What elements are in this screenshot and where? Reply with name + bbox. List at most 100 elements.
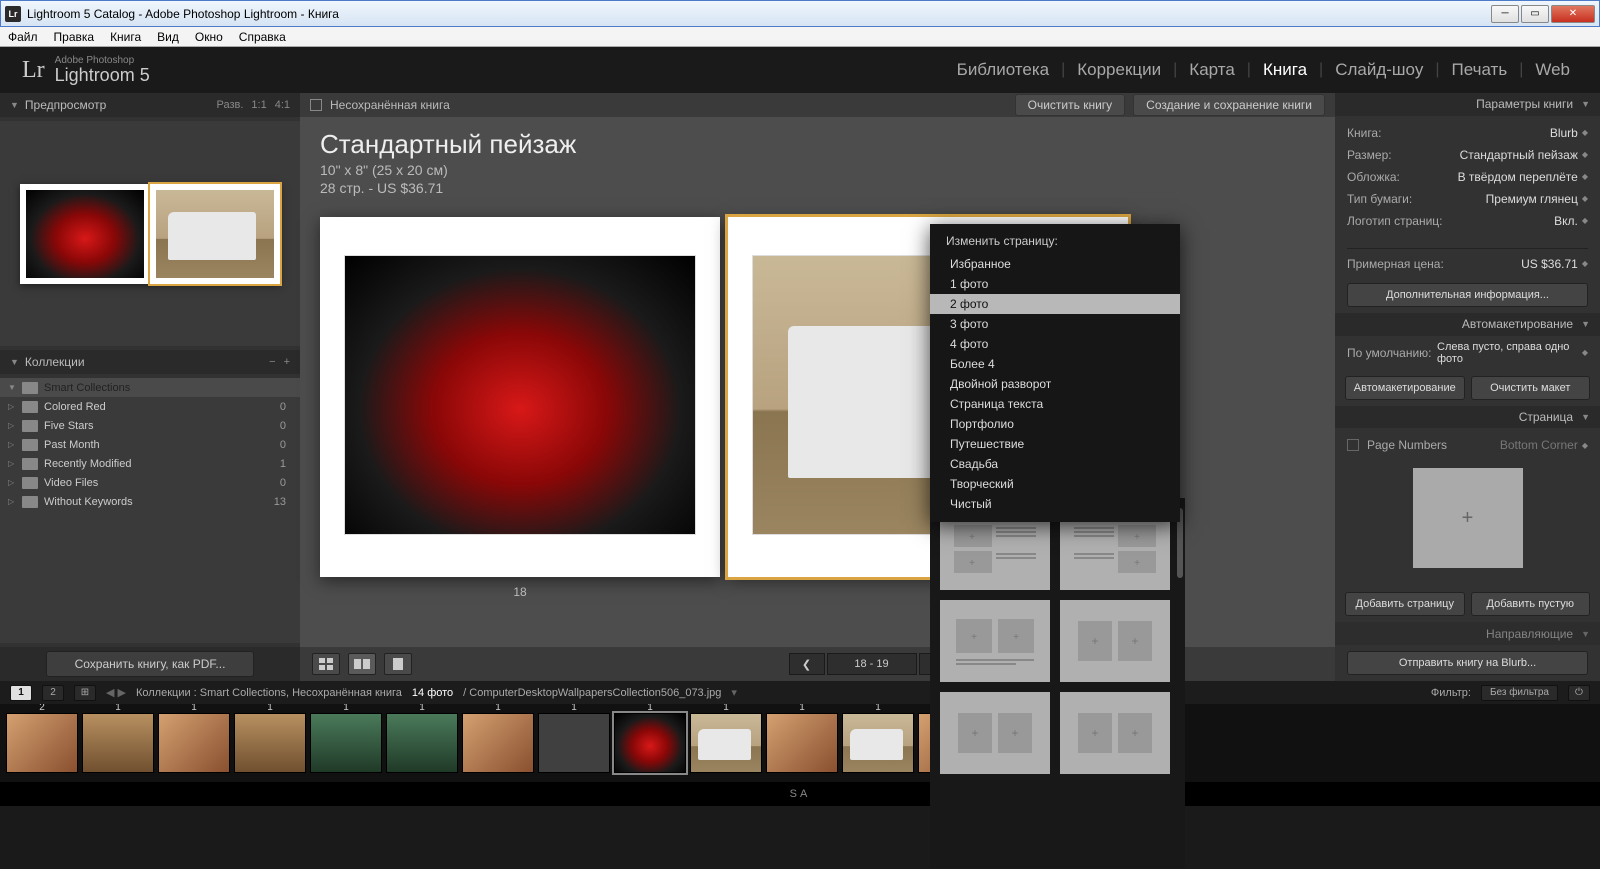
clear-book-button[interactable]: Очистить книгу	[1015, 94, 1126, 116]
filmstrip-thumb[interactable]: 1	[158, 713, 230, 773]
filmstrip-thumb[interactable]: 1	[842, 713, 914, 773]
filmstrip-thumb[interactable]: 1	[234, 713, 306, 773]
grid-icon[interactable]: ⊞	[74, 685, 96, 701]
preview-1-1[interactable]: 1:1	[251, 99, 266, 111]
context-menu-item[interactable]: Путешествие	[930, 434, 1180, 454]
menu-view[interactable]: Вид	[157, 30, 179, 44]
send-to-blurb-button[interactable]: Отправить книгу на Blurb...	[1347, 651, 1588, 675]
page-numbers-value[interactable]: Bottom Corner	[1500, 438, 1578, 452]
close-button[interactable]: ✕	[1551, 5, 1595, 23]
window-titlebar: Lr Lightroom 5 Catalog - Adobe Photoshop…	[0, 0, 1600, 27]
module-web[interactable]: Web	[1527, 56, 1578, 84]
add-blank-button[interactable]: Добавить пустую	[1471, 592, 1591, 616]
layout-template[interactable]: ++	[1060, 600, 1170, 682]
filmstrip-thumb[interactable]: 1	[690, 713, 762, 773]
preview-spread[interactable]	[20, 184, 280, 284]
preview-fit[interactable]: Разв.	[216, 99, 243, 111]
filmstrip-thumb[interactable]: 1	[310, 713, 382, 773]
filmstrip-thumb[interactable]: 2	[6, 713, 78, 773]
multi-page-view-button[interactable]	[312, 653, 340, 675]
filmstrip-thumb[interactable]: 1	[82, 713, 154, 773]
filmstrip-path[interactable]: Коллекции : Smart Collections, Несохранё…	[136, 687, 402, 699]
filter-toggle[interactable]: ⏻	[1568, 685, 1590, 701]
module-slideshow[interactable]: Слайд-шоу	[1327, 56, 1431, 84]
setting-value[interactable]: Премиум глянец	[1486, 192, 1578, 206]
context-menu-item[interactable]: Творческий	[930, 474, 1180, 494]
auto-layout-header[interactable]: Автомакетирование ▼	[1335, 313, 1600, 336]
collection-add-icon[interactable]: +	[284, 356, 290, 368]
module-print[interactable]: Печать	[1443, 56, 1515, 84]
collection-item[interactable]: ▷Five Stars0	[0, 416, 300, 435]
setting-value[interactable]: В твёрдом переплёте	[1458, 170, 1578, 184]
preview-4-1[interactable]: 4:1	[275, 99, 290, 111]
context-menu-item[interactable]: Свадьба	[930, 454, 1180, 474]
source-2-button[interactable]: 2	[42, 685, 64, 701]
context-menu-item[interactable]: Портфолио	[930, 414, 1180, 434]
context-menu-item[interactable]: Более 4	[930, 354, 1180, 374]
book-page-left[interactable]: 18	[320, 217, 720, 577]
create-save-book-button[interactable]: Создание и сохранение книги	[1133, 94, 1325, 116]
module-book[interactable]: Книга	[1255, 56, 1315, 84]
setting-value[interactable]: Blurb	[1550, 126, 1578, 140]
page-numbers-checkbox[interactable]	[1347, 439, 1359, 451]
single-page-view-button[interactable]	[384, 653, 412, 675]
clear-layout-button[interactable]: Очистить макет	[1471, 376, 1591, 400]
book-settings-header[interactable]: Параметры книги ▼	[1335, 93, 1600, 116]
guides-header[interactable]: Направляющие ▼	[1335, 622, 1600, 645]
chevron-right-icon: ▷	[8, 478, 22, 487]
module-develop[interactable]: Коррекции	[1069, 56, 1169, 84]
layout-template[interactable]: ++	[1060, 692, 1170, 774]
more-info-button[interactable]: Дополнительная информация...	[1347, 283, 1588, 307]
setting-value[interactable]: Вкл.	[1554, 214, 1578, 228]
collections-panel-header[interactable]: ▼ Коллекции − +	[0, 350, 300, 374]
maximize-button[interactable]: ▭	[1521, 5, 1549, 23]
context-menu-item[interactable]: Чистый	[930, 494, 1180, 514]
collection-remove-icon[interactable]: −	[269, 356, 275, 368]
filmstrip-file: / ComputerDesktopWallpapersCollection506…	[463, 687, 721, 699]
menu-window[interactable]: Окно	[195, 30, 223, 44]
menu-help[interactable]: Справка	[239, 30, 286, 44]
context-menu-item[interactable]: 2 фото	[930, 294, 1180, 314]
preset-value[interactable]: Слева пусто, справа одно фото	[1437, 341, 1578, 365]
collections-list: ▼ Smart Collections ▷Colored Red0▷Five S…	[0, 378, 300, 643]
collection-group[interactable]: ▼ Smart Collections	[0, 378, 300, 397]
collection-item[interactable]: ▷Without Keywords13	[0, 492, 300, 511]
filmstrip-thumb[interactable]: 1	[386, 713, 458, 773]
filmstrip[interactable]: 2111111111111	[0, 704, 1600, 782]
filter-dropdown[interactable]: Без фильтра	[1481, 685, 1558, 701]
context-menu-item[interactable]: Страница текста	[930, 394, 1180, 414]
preview-panel-header[interactable]: ▼ Предпросмотр Разв. 1:1 4:1	[0, 93, 300, 117]
collection-item[interactable]: ▷Past Month0	[0, 435, 300, 454]
save-pdf-button[interactable]: Сохранить книгу, как PDF...	[46, 651, 255, 677]
est-price-label: Примерная цена:	[1347, 257, 1457, 271]
spread-view-button[interactable]	[348, 653, 376, 675]
auto-layout-button[interactable]: Автомакетирование	[1345, 376, 1465, 400]
module-map[interactable]: Карта	[1181, 56, 1243, 84]
layout-template[interactable]: ++	[940, 692, 1050, 774]
module-library[interactable]: Библиотека	[949, 56, 1057, 84]
filmstrip-thumb[interactable]: 1	[462, 713, 534, 773]
context-menu-item[interactable]: 3 фото	[930, 314, 1180, 334]
collection-item[interactable]: ▷Video Files0	[0, 473, 300, 492]
context-menu-item[interactable]: 4 фото	[930, 334, 1180, 354]
filmstrip-thumb[interactable]: 1	[538, 713, 610, 773]
filmstrip-thumb[interactable]: 1	[766, 713, 838, 773]
prev-page-button[interactable]: ❮	[789, 653, 825, 675]
context-menu-item[interactable]: Избранное	[930, 254, 1180, 274]
context-menu-item[interactable]: 1 фото	[930, 274, 1180, 294]
layout-template[interactable]: ++	[940, 600, 1050, 682]
filmstrip-thumb[interactable]: 1	[614, 713, 686, 773]
menu-book[interactable]: Книга	[110, 30, 141, 44]
context-menu-item[interactable]: Двойной разворот	[930, 374, 1180, 394]
page-panel-header[interactable]: Страница ▼	[1335, 406, 1600, 429]
page-layout-preview[interactable]: +	[1413, 468, 1523, 568]
source-1-button[interactable]: 1	[10, 685, 32, 701]
minimize-button[interactable]: ─	[1491, 5, 1519, 23]
thumb-image	[7, 714, 77, 772]
add-page-button[interactable]: Добавить страницу	[1345, 592, 1465, 616]
menu-file[interactable]: Файл	[8, 30, 38, 44]
menu-edit[interactable]: Правка	[54, 30, 95, 44]
setting-value[interactable]: Стандартный пейзаж	[1460, 148, 1578, 162]
collection-item[interactable]: ▷Recently Modified1	[0, 454, 300, 473]
collection-item[interactable]: ▷Colored Red0	[0, 397, 300, 416]
